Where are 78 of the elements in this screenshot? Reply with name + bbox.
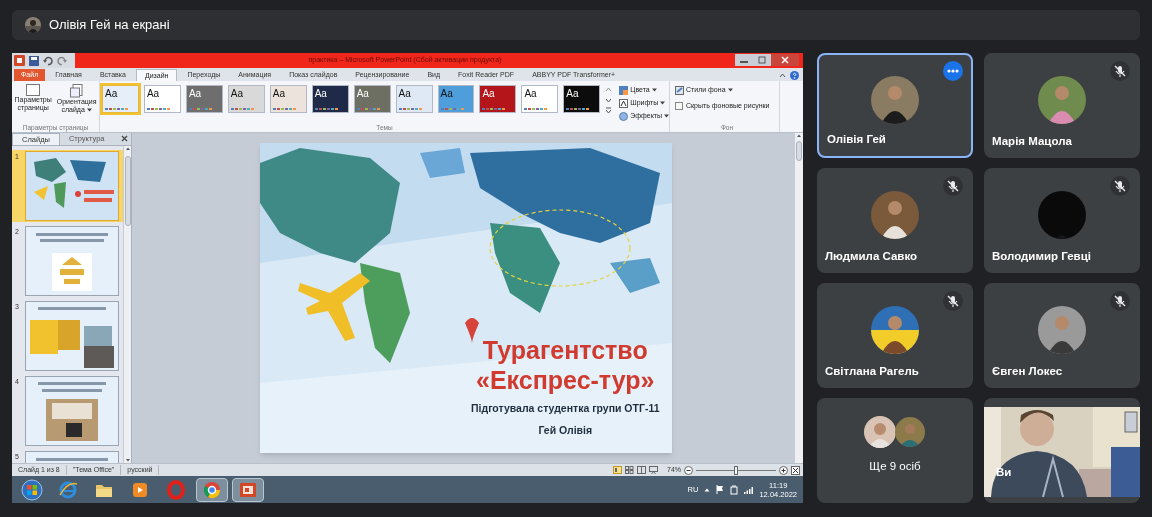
- help-icon[interactable]: [790, 70, 799, 80]
- close-icon[interactable]: [121, 135, 128, 142]
- slide-thumbnail[interactable]: [26, 377, 118, 445]
- participant-tile[interactable]: Ще 9 осіб: [817, 398, 973, 503]
- gallery-scroll-icon[interactable]: [605, 85, 613, 115]
- participant-name: Світлана Рагель: [825, 363, 919, 379]
- font-icon: [619, 98, 629, 108]
- caret-icon: [664, 114, 670, 118]
- redo-icon[interactable]: [57, 55, 67, 66]
- page-icon: [26, 84, 41, 96]
- theme-thumbnail[interactable]: Aa: [353, 85, 391, 113]
- fit-window-icon[interactable]: [791, 465, 800, 475]
- slide-subtitle: «Експрес-тур»: [476, 365, 655, 395]
- more-participants-label: Ще 9 осіб: [869, 458, 921, 474]
- tray-expand-icon[interactable]: [704, 486, 711, 493]
- theme-thumbnail[interactable]: Aa: [311, 85, 349, 113]
- app-icon: [14, 55, 25, 66]
- scroll-thumb[interactable]: [796, 141, 802, 161]
- theme-thumbnail[interactable]: Aa: [102, 85, 139, 113]
- participant-name: Ви: [996, 464, 1012, 480]
- undo-icon[interactable]: [43, 55, 53, 66]
- sorter-view-icon[interactable]: [625, 466, 634, 474]
- normal-view-icon[interactable]: [613, 466, 622, 474]
- slide-text: Гей Олівія: [538, 422, 593, 438]
- slideshow-icon[interactable]: [649, 466, 658, 474]
- scrollbar[interactable]: [795, 133, 803, 463]
- chrome-icon[interactable]: [196, 477, 228, 502]
- save-icon[interactable]: [29, 55, 39, 66]
- zoom-in-icon[interactable]: [779, 465, 788, 475]
- theme-thumbnail[interactable]: Aa: [437, 85, 475, 113]
- close-icon[interactable]: [771, 54, 799, 66]
- zoom-out-icon[interactable]: [684, 465, 693, 475]
- theme-thumbnail[interactable]: Aa: [185, 85, 223, 113]
- flag-icon[interactable]: [716, 485, 725, 494]
- caret-icon: [86, 108, 92, 112]
- participant-tile[interactable]: Володимир Гевці: [984, 168, 1140, 273]
- slider-thumb[interactable]: [734, 465, 738, 475]
- slide-thumbnail[interactable]: [26, 227, 118, 295]
- participant-name: Марія Мацола: [992, 133, 1072, 149]
- scroll-thumb[interactable]: [124, 156, 131, 226]
- theme-thumbnail[interactable]: Aa: [479, 85, 517, 113]
- checkbox[interactable]: [675, 101, 683, 110]
- effects-icon: [619, 111, 629, 121]
- slide-thumbnail[interactable]: [26, 302, 118, 370]
- reading-view-icon[interactable]: [637, 466, 646, 474]
- slide-thumbnail[interactable]: [26, 152, 118, 220]
- theme-thumbnail[interactable]: Aa: [395, 85, 433, 113]
- zoom-slider[interactable]: [696, 465, 776, 475]
- background-icon: [675, 85, 684, 95]
- theme-thumbnail[interactable]: Aa: [227, 85, 265, 113]
- participant-tile[interactable]: Людмила Савко: [817, 168, 973, 273]
- slide-text: Підготувала студентка групи ОТГ-11: [471, 401, 660, 416]
- participant-tile[interactable]: Євген Локес: [984, 283, 1140, 388]
- participant-name: Євген Локес: [992, 363, 1063, 379]
- theme-thumbnail[interactable]: Aa: [521, 85, 559, 113]
- collapse-icon[interactable]: [779, 71, 786, 79]
- participant-name: Володимир Гевці: [992, 248, 1091, 264]
- minimize-icon[interactable]: [735, 54, 753, 66]
- presenter-label: Олівія Гей на екрані: [49, 16, 170, 35]
- more-options-icon[interactable]: [943, 61, 963, 81]
- participant-tile[interactable]: Олівія Гей: [817, 53, 973, 158]
- presentation-icon[interactable]: [232, 477, 264, 502]
- theme-thumbnail[interactable]: Aa: [563, 85, 601, 113]
- caret-icon: [660, 101, 666, 105]
- theme-thumbnail[interactable]: Aa: [143, 85, 181, 113]
- palette-icon: [619, 85, 629, 95]
- scrollbar[interactable]: [123, 146, 131, 463]
- participant-name: Людмила Савко: [825, 248, 918, 264]
- participant-tile[interactable]: Ви: [984, 398, 1140, 503]
- participant-tile[interactable]: Марія Мацола: [984, 53, 1140, 158]
- participant-tile[interactable]: Світлана Рагель: [817, 283, 973, 388]
- caret-icon: [727, 88, 733, 93]
- pages-icon: [69, 84, 84, 98]
- participant-name: Олівія Гей: [827, 131, 886, 147]
- caret-icon: [651, 88, 657, 92]
- signal-icon[interactable]: [744, 485, 754, 494]
- slide-title: Турагентство: [482, 335, 648, 365]
- theme-thumbnail[interactable]: Aa: [269, 85, 307, 113]
